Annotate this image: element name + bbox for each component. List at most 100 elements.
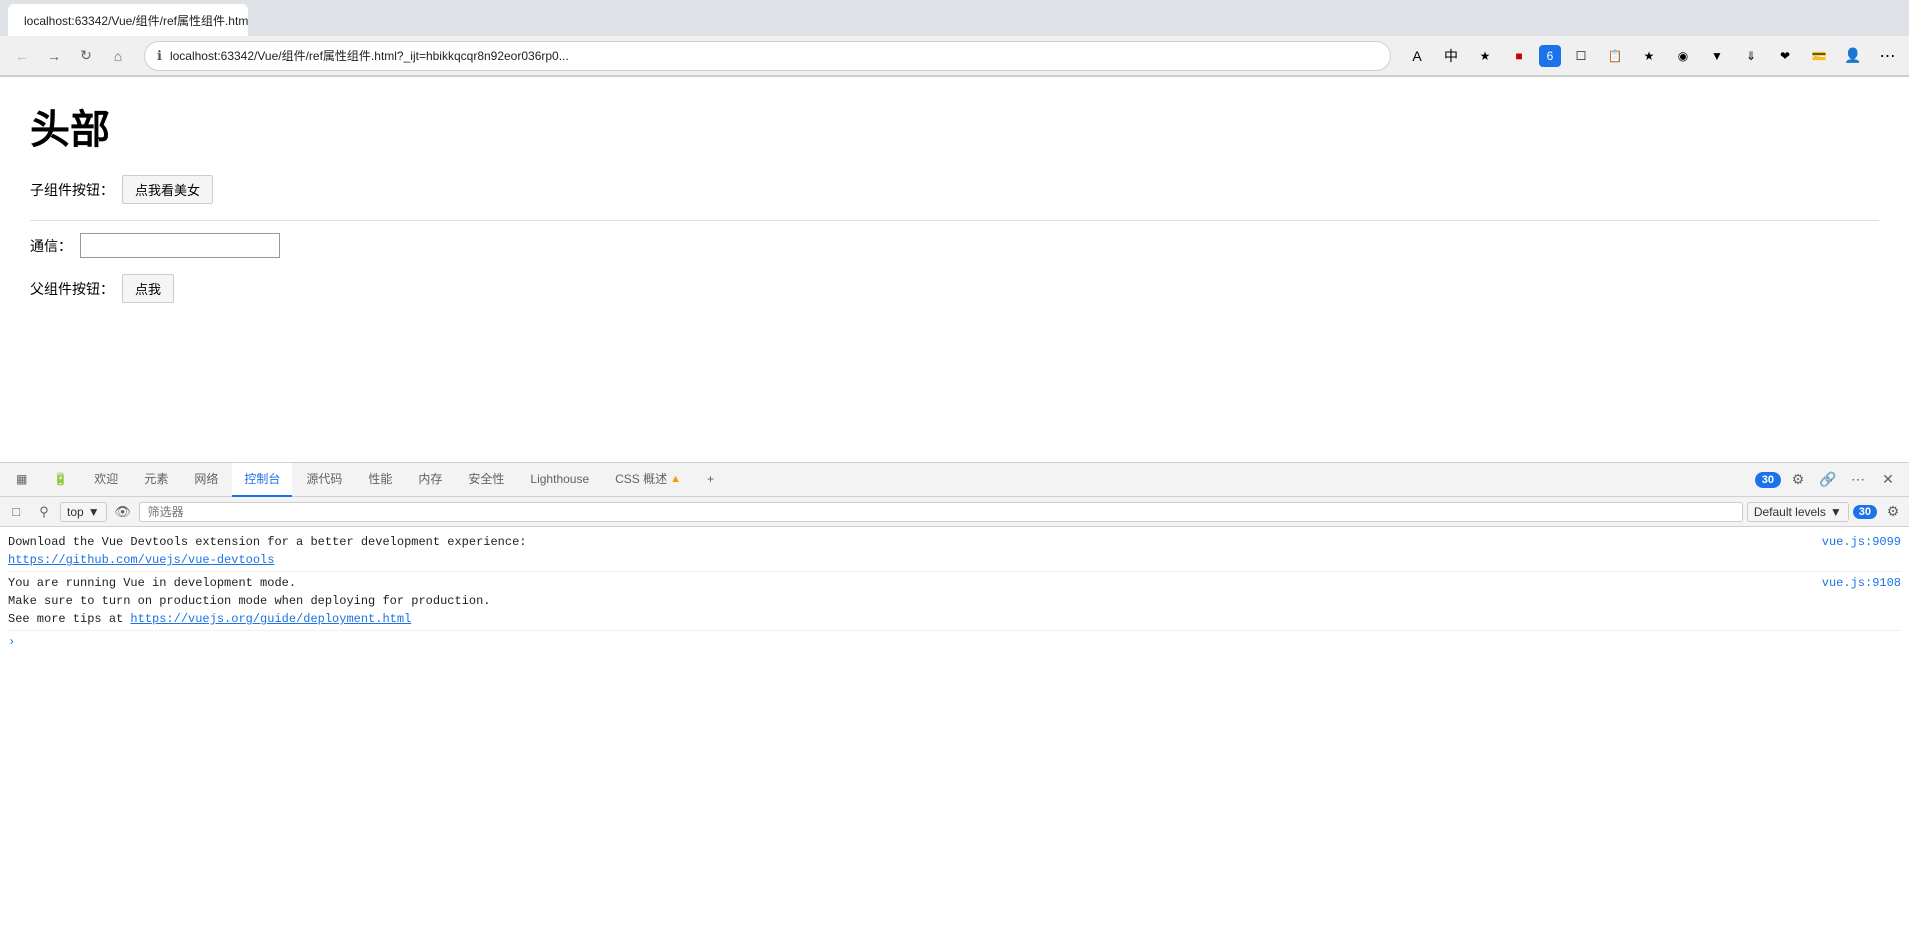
vue-devtools-link[interactable]: https://github.com/vuejs/vue-devtools (8, 553, 274, 567)
settings-button[interactable]: ⚙ (1785, 467, 1811, 493)
downloads-icon[interactable]: ⇓ (1737, 42, 1765, 70)
browser-chrome: localhost:63342/Vue/组件/ref属性组件.html?_ijt… (0, 0, 1909, 77)
message-2-line3: See more tips at (8, 612, 130, 626)
devtools-right-controls: 30 ⚙ 🔗 ⋯ ✕ (1755, 467, 1901, 493)
back-button[interactable]: ← (8, 42, 36, 70)
console-level-selector[interactable]: Default levels ▼ (1747, 502, 1849, 522)
device-icon: 🔋 (53, 472, 68, 486)
parent-component-row: 父组件按钮： 点我 (30, 274, 1879, 303)
tab-bar: localhost:63342/Vue/组件/ref属性组件.html?_ijt… (0, 0, 1909, 36)
ext7-icon[interactable]: ◉ (1669, 42, 1697, 70)
browser-extension-icons: A 中 ★ ■ 6 ☐ 📋 ★ ◉ ▼ ⇓ ❤ 💳 👤 ⋯ (1403, 42, 1901, 70)
tab-add[interactable]: + (695, 463, 726, 497)
tab-css-label: CSS 概述 (615, 470, 667, 487)
tab-security-label: 安全性 (468, 470, 504, 487)
ext2-icon[interactable]: ■ (1505, 42, 1533, 70)
tab-css[interactable]: CSS 概述 ▲ (603, 463, 693, 497)
console-settings-button[interactable]: ⚙ (1881, 500, 1905, 524)
console-filter-button[interactable]: ⚲ (32, 500, 56, 524)
message-2-line2: Make sure to turn on production mode whe… (8, 594, 490, 608)
add-tab-icon: + (707, 472, 714, 486)
comm-row: 通信： (30, 233, 1879, 258)
console-context-selector[interactable]: top ▼ (60, 502, 107, 522)
tab-performance-label: 性能 (368, 470, 392, 487)
child-label: 子组件按钮： (30, 180, 114, 200)
home-button[interactable]: ⌂ (104, 42, 132, 70)
url-text: localhost:63342/Vue/组件/ref属性组件.html?_ijt… (170, 47, 1378, 64)
message-2-line1: You are running Vue in development mode. (8, 576, 296, 590)
profile-icon[interactable]: 👤 (1839, 42, 1867, 70)
ext8-icon[interactable]: ▼ (1703, 42, 1731, 70)
active-tab[interactable]: localhost:63342/Vue/组件/ref属性组件.html?_ijt… (8, 4, 248, 36)
more-icon[interactable]: ⋯ (1873, 42, 1901, 70)
more-options-button[interactable]: ⋯ (1845, 467, 1871, 493)
level-chevron-icon: ▼ (1830, 505, 1842, 519)
remote-debug-button[interactable]: 🔗 (1815, 467, 1841, 493)
tab-inspect[interactable]: ▦ (4, 463, 39, 497)
message-1-prefix: Download the Vue Devtools extension for … (8, 535, 526, 549)
message-2-source[interactable]: vue.js:9108 (1822, 574, 1901, 592)
console-output: Download the Vue Devtools extension for … (0, 527, 1909, 942)
parent-button[interactable]: 点我 (122, 274, 174, 303)
context-label: top (67, 505, 84, 519)
tab-network[interactable]: 网络 (182, 463, 230, 497)
console-filter-input[interactable] (139, 502, 1743, 522)
close-devtools-button[interactable]: ✕ (1875, 467, 1901, 493)
tab-elements[interactable]: 元素 (132, 463, 180, 497)
inspect-icon: ▦ (16, 472, 27, 486)
console-message-2-text: You are running Vue in development mode.… (8, 574, 1806, 628)
vuejs-guide-link[interactable]: https://vuejs.org/guide/deployment.html (130, 612, 411, 626)
tab-title: localhost:63342/Vue/组件/ref属性组件.html?_ijt… (24, 12, 248, 29)
console-expand-row: › (8, 631, 1901, 653)
browser-toolbar: ← → ↻ ⌂ ℹ localhost:63342/Vue/组件/ref属性组件… (0, 36, 1909, 76)
tab-memory-label: 内存 (418, 470, 442, 487)
address-bar[interactable]: ℹ localhost:63342/Vue/组件/ref属性组件.html?_i… (144, 41, 1391, 71)
tab-network-label: 网络 (194, 470, 218, 487)
tab-device[interactable]: 🔋 (41, 463, 80, 497)
eye-icon[interactable]: 👁 (111, 500, 135, 524)
tab-memory[interactable]: 内存 (406, 463, 454, 497)
tab-sources[interactable]: 源代码 (294, 463, 354, 497)
console-toolbar: □ ⚲ top ▼ 👁 Default levels ▼ 30 ⚙ (0, 497, 1909, 527)
tab-elements-label: 元素 (144, 470, 168, 487)
reload-button[interactable]: ↻ (72, 42, 100, 70)
read-icon[interactable]: 中 (1437, 42, 1465, 70)
console-badge: 30 (1853, 505, 1877, 519)
devtools-tabs: ▦ 🔋 欢迎 元素 网络 控制台 源代码 性能 内存 安全性 Lighthou (0, 463, 1909, 497)
tab-lighthouse-label: Lighthouse (530, 472, 589, 486)
comm-input[interactable] (80, 233, 280, 258)
console-message-1: Download the Vue Devtools extension for … (8, 531, 1901, 572)
child-component-row: 子组件按钮： 点我看美女 (30, 175, 1879, 204)
console-message-1-text: Download the Vue Devtools extension for … (8, 533, 1806, 569)
security-icon: ℹ (157, 48, 162, 64)
tab-console[interactable]: 控制台 (232, 463, 292, 497)
translate-icon[interactable]: A (1403, 42, 1431, 70)
console-message-2: You are running Vue in development mode.… (8, 572, 1901, 631)
tab-security[interactable]: 安全性 (456, 463, 516, 497)
tab-console-label: 控制台 (244, 470, 280, 487)
comm-label: 通信： (30, 236, 72, 256)
wallet-icon[interactable]: 💳 (1805, 42, 1833, 70)
page-title: 头部 (30, 97, 1879, 155)
ext5-icon[interactable]: 📋 (1601, 42, 1629, 70)
child-button[interactable]: 点我看美女 (122, 175, 213, 204)
css-warning-icon: ▲ (670, 473, 681, 485)
level-label: Default levels (1754, 505, 1826, 519)
chevron-down-icon: ▼ (88, 505, 100, 519)
message-1-source[interactable]: vue.js:9099 (1822, 533, 1901, 551)
tab-sources-label: 源代码 (306, 470, 342, 487)
page-content: 头部 子组件按钮： 点我看美女 通信： 父组件按钮： 点我 (0, 77, 1909, 467)
ext3-icon[interactable]: 6 (1539, 45, 1561, 67)
ext6-icon[interactable]: ★ (1635, 42, 1663, 70)
forward-button[interactable]: → (40, 42, 68, 70)
devtools-panel: ▦ 🔋 欢迎 元素 网络 控制台 源代码 性能 内存 安全性 Lighthou (0, 462, 1909, 942)
ext4-icon[interactable]: ☐ (1567, 42, 1595, 70)
clear-console-button[interactable]: □ (4, 500, 28, 524)
expand-arrow[interactable]: › (8, 633, 15, 651)
tab-performance[interactable]: 性能 (356, 463, 404, 497)
favorites-icon[interactable]: ❤ (1771, 42, 1799, 70)
tab-welcome[interactable]: 欢迎 (82, 463, 130, 497)
tab-lighthouse[interactable]: Lighthouse (518, 463, 601, 497)
tab-welcome-label: 欢迎 (94, 470, 118, 487)
ext1-icon[interactable]: ★ (1471, 42, 1499, 70)
